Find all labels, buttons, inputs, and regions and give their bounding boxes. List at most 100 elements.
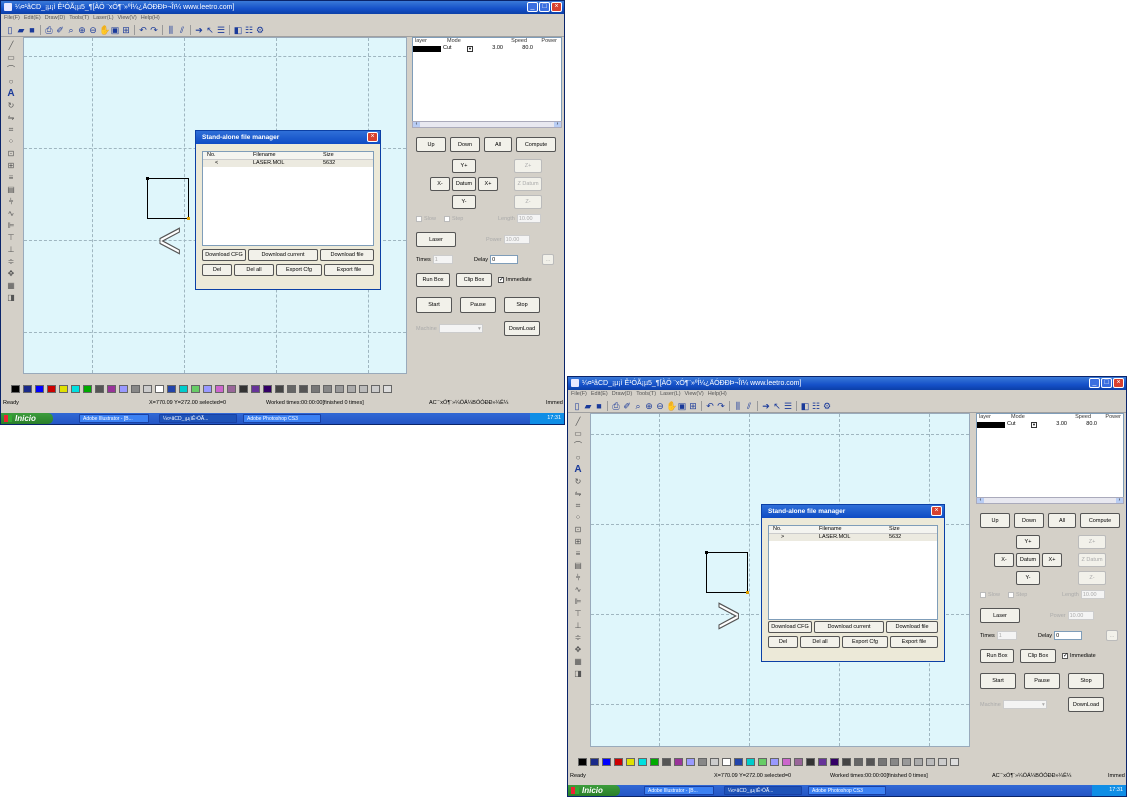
select-all-icon[interactable]: ▣ (110, 25, 120, 35)
step-checkbox[interactable]: Step (444, 216, 463, 222)
table-tool-icon[interactable]: ▦ (572, 657, 584, 667)
start-button[interactable]: Start (980, 673, 1016, 689)
gear-icon[interactable]: ⚙ (255, 25, 265, 35)
zoom-in-icon[interactable]: ⊕ (644, 401, 654, 411)
palette-swatch[interactable] (722, 758, 731, 766)
align-icon[interactable]: ⫼ (733, 401, 743, 411)
text-tool-icon[interactable]: A (5, 89, 17, 99)
align-top-icon[interactable]: ⊤ (572, 609, 584, 619)
palette-swatch[interactable] (191, 385, 200, 393)
slow-checkbox[interactable]: Slow (980, 592, 1000, 598)
machine-select[interactable]: Machine ▾ (416, 324, 483, 333)
up-button[interactable]: Up (980, 513, 1010, 528)
slow-checkbox[interactable]: Slow (416, 216, 436, 222)
taskbar-item-illustrator[interactable]: Adobe Illustrator - [B... (79, 414, 149, 423)
menu-laser[interactable]: Laser(L) (93, 15, 113, 21)
mirror-tool-icon[interactable]: ⇋ (5, 113, 17, 123)
palette-swatch[interactable] (323, 385, 332, 393)
palette-swatch[interactable] (275, 385, 284, 393)
palette-swatch[interactable] (359, 385, 368, 393)
zoom-in-icon[interactable]: ⊕ (77, 25, 87, 35)
download-cfg-button[interactable]: Download CFG (768, 621, 812, 633)
rotate-tool-icon[interactable]: ↻ (572, 477, 584, 487)
datum-button[interactable]: Datum (1016, 553, 1040, 567)
menu-draw[interactable]: Draw(D) (45, 15, 65, 21)
menu-edit[interactable]: Edit(E) (24, 15, 41, 21)
drawn-chevron[interactable]: < (157, 215, 181, 266)
undo-icon[interactable]: ↶ (138, 25, 148, 35)
pointer-icon[interactable]: ↖ (772, 401, 782, 411)
z-plus-button[interactable]: Z+ (1078, 535, 1106, 549)
align-center-icon[interactable]: ⊥ (572, 621, 584, 631)
layer-row[interactable]: Cut ▼ 3.00 80.0 (413, 45, 561, 52)
drawing-canvas[interactable]: < Stand-alone file manager × No. Filenam… (23, 37, 407, 374)
all-button[interactable]: All (1048, 513, 1076, 528)
palette-swatch[interactable] (35, 385, 44, 393)
hatch-tool-icon[interactable]: ▤ (5, 185, 17, 195)
palette-swatch[interactable] (383, 385, 392, 393)
menu-view[interactable]: View(V) (118, 15, 137, 21)
run-box-button[interactable]: Run Box (980, 649, 1014, 663)
all-button[interactable]: All (484, 137, 512, 152)
palette-swatch[interactable] (938, 758, 947, 766)
times-field[interactable]: Times 1 (980, 631, 1017, 640)
download-file-button[interactable]: Download file (886, 621, 938, 633)
run-box-button[interactable]: Run Box (416, 273, 450, 287)
step-checkbox[interactable]: Step (1008, 592, 1027, 598)
palette-swatch[interactable] (239, 385, 248, 393)
scroll-right-icon[interactable]: › (1116, 498, 1123, 503)
menu-help[interactable]: Help(H) (141, 15, 160, 21)
palette-swatch[interactable] (806, 758, 815, 766)
palette-swatch[interactable] (710, 758, 719, 766)
power-field[interactable]: Power 10.00 (1050, 611, 1094, 620)
open-file-icon[interactable]: ▰ (583, 401, 593, 411)
list-icon[interactable]: ☰ (783, 401, 793, 411)
distribute-icon[interactable]: ⫽ (177, 25, 187, 35)
move-tool-icon[interactable]: ✥ (572, 645, 584, 655)
menu-draw[interactable]: Draw(D) (612, 391, 632, 397)
palette-swatch[interactable] (299, 385, 308, 393)
file-row[interactable]: > LASER.MOL 5632 (769, 534, 937, 541)
layer-scrollbar[interactable]: ‹ › (412, 121, 562, 128)
hatch-tool-icon[interactable]: ▤ (572, 561, 584, 571)
fit-icon[interactable]: ⊞ (121, 25, 131, 35)
menu-laser[interactable]: Laser(L) (660, 391, 680, 397)
redo-icon[interactable]: ↷ (716, 401, 726, 411)
preview-icon[interactable]: ◧ (800, 401, 810, 411)
palette-swatch[interactable] (650, 758, 659, 766)
line-tool-icon[interactable]: ╱ (5, 41, 17, 51)
y-minus-button[interactable]: Y- (1016, 571, 1040, 585)
palette-swatch[interactable] (878, 758, 887, 766)
grid-tool-icon[interactable]: ⊞ (5, 161, 17, 171)
download-file-button[interactable]: Download file (320, 249, 374, 261)
machine-dropdown-icon[interactable]: ▾ (478, 325, 481, 333)
color-palette[interactable] (578, 758, 959, 766)
palette-swatch[interactable] (119, 385, 128, 393)
zoom-out-icon[interactable]: ⊖ (655, 401, 665, 411)
distribute-tool-icon[interactable]: ≑ (572, 633, 584, 643)
scroll-right-icon[interactable]: › (554, 122, 561, 127)
x-plus-button[interactable]: X+ (478, 177, 498, 191)
layers-tool-icon[interactable]: ◨ (5, 293, 17, 303)
del-button[interactable]: Del (202, 264, 232, 276)
immediate-checkbox[interactable]: ✓ Immediate (1062, 653, 1096, 659)
text-tool-icon[interactable]: A (572, 465, 584, 475)
minimize-icon[interactable]: _ (1089, 378, 1100, 388)
download-current-button[interactable]: Download current (248, 249, 318, 261)
drawn-rectangle[interactable] (705, 551, 749, 594)
z-plus-button[interactable]: Z+ (514, 159, 542, 173)
list-icon[interactable]: ☰ (216, 25, 226, 35)
palette-swatch[interactable] (902, 758, 911, 766)
align-center-icon[interactable]: ⊥ (5, 245, 17, 255)
layers-tool-icon[interactable]: ◨ (572, 669, 584, 679)
palette-swatch[interactable] (926, 758, 935, 766)
save-icon[interactable]: ■ (27, 25, 37, 35)
close-icon[interactable]: × (551, 2, 562, 12)
delay-field[interactable]: Delay 0 (474, 255, 519, 264)
menu-help[interactable]: Help(H) (708, 391, 727, 397)
palette-swatch[interactable] (686, 758, 695, 766)
rectangle-tool-icon[interactable]: ▭ (5, 53, 17, 63)
start-menu-button[interactable]: Inicio (568, 785, 620, 796)
line-tool-icon[interactable]: ╱ (572, 417, 584, 427)
palette-swatch[interactable] (638, 758, 647, 766)
